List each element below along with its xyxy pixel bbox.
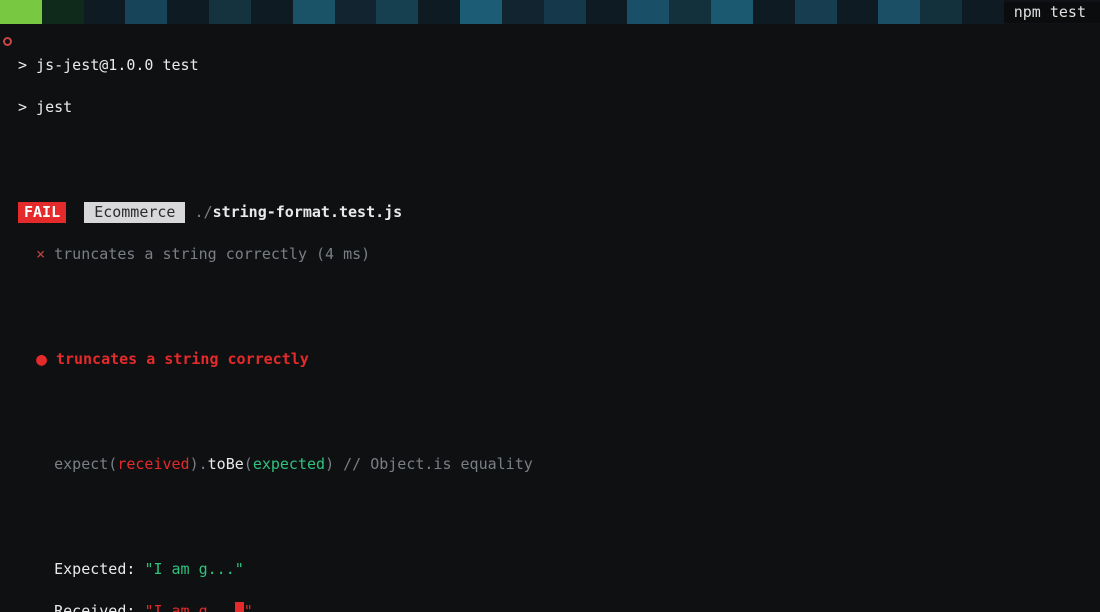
assertion-line: expect(received).toBe(expected) // Objec…: [18, 454, 1082, 475]
blank-line: [18, 139, 1082, 160]
test-path: ./: [195, 203, 213, 221]
test-result-line: × truncates a string correctly (4 ms): [18, 244, 1082, 265]
received-line: Received: "I am g....": [18, 601, 1082, 612]
titlebar-decoration: [0, 0, 1004, 24]
blank-line: [18, 286, 1082, 307]
test-file-header: FAIL Ecommerce ./string-format.test.js: [18, 202, 1082, 223]
diff-highlight: .: [235, 602, 244, 612]
terminal-output[interactable]: > js-jest@1.0.0 test > jest FAIL Ecommer…: [0, 24, 1100, 612]
window-titlebar: npm test: [0, 0, 1100, 24]
fail-x-icon: ×: [36, 245, 45, 263]
record-indicator-icon: [3, 30, 12, 51]
window-title: npm test: [1004, 2, 1100, 23]
bullet-icon: ●: [36, 349, 47, 370]
npm-script-line: > jest: [18, 97, 1082, 118]
fail-badge: FAIL: [18, 202, 66, 223]
npm-script-line: > js-jest@1.0.0 test: [18, 55, 1082, 76]
failed-test-title: ● truncates a string correctly: [18, 349, 1082, 370]
expected-line: Expected: "I am g...": [18, 559, 1082, 580]
blank-line: [18, 391, 1082, 412]
suite-badge: Ecommerce: [84, 202, 185, 223]
blank-line: [18, 496, 1082, 517]
test-filename: string-format.test.js: [213, 203, 403, 221]
